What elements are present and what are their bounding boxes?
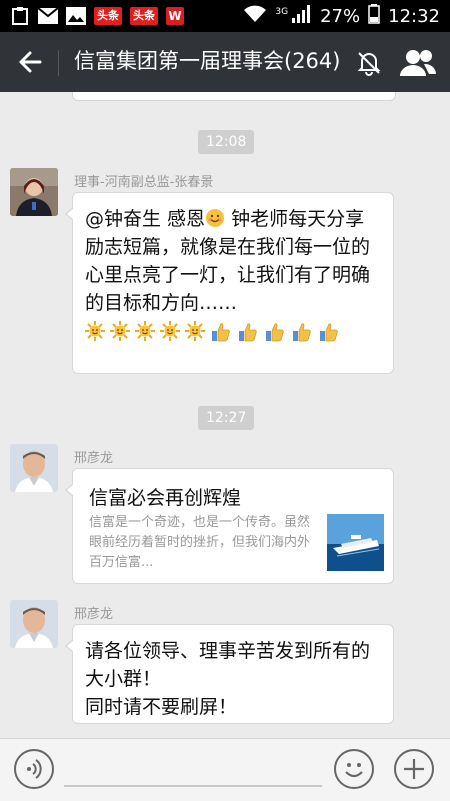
link-description: 信富是一个奇迹，也是一个传奇。虽然眼前经历着暂时的挫折，但我们海内外百万信富..…	[89, 515, 311, 570]
group-info-button[interactable]	[398, 46, 438, 80]
user-photo-icon	[10, 600, 58, 648]
user-photo-icon	[10, 444, 58, 492]
mute-icon	[356, 50, 382, 76]
voice-icon	[27, 759, 42, 779]
image-icon	[66, 6, 86, 26]
back-arrow-icon	[19, 51, 42, 73]
sender-name: 邢彦龙	[74, 607, 114, 622]
time-divider: 12:27	[198, 406, 255, 430]
message-input[interactable]	[64, 785, 322, 787]
cruise-ship-image-icon	[327, 514, 384, 571]
message-text: 请各位领导、理事辛苦发到所有的大小群！ 同时请不要刷屏！	[85, 640, 371, 718]
clipboard-icon	[10, 6, 30, 26]
sun-emoji-icon	[185, 320, 205, 341]
thumbs-up-emoji-icon	[293, 322, 311, 341]
message-text-start: @钟奋生 感恩	[85, 208, 206, 230]
thumbs-up-emoji-icon	[239, 322, 257, 341]
time-divider: 12:08	[198, 130, 255, 154]
clock: 12:32	[388, 6, 440, 27]
sun-emoji-icon	[85, 320, 105, 341]
user-photo-icon	[10, 168, 58, 216]
link-card[interactable]: 信富必会再创辉煌 信富是一个奇迹，也是一个传奇。虽然眼前经历着暂时的挫折，但我们…	[65, 468, 394, 584]
avatar[interactable]	[10, 444, 58, 492]
chat-header: 信富集团第一届理事会(264)	[0, 32, 450, 92]
wifi-icon	[243, 5, 267, 28]
avatar[interactable]	[10, 168, 58, 216]
thumbs-up-emoji-icon	[212, 322, 230, 341]
group-members-icon	[400, 50, 437, 76]
signal-icon	[292, 5, 312, 28]
message-bubble[interactable]: 请各位领导、理事辛苦发到所有的大小群！ 同时请不要刷屏！	[65, 624, 394, 724]
thumbs-up-emoji-icon	[320, 322, 338, 341]
previous-message-bubble[interactable]	[72, 92, 396, 101]
link-title: 信富必会再创辉煌	[89, 487, 242, 509]
voice-button[interactable]	[14, 749, 54, 789]
link-thumbnail	[327, 514, 384, 571]
input-bar	[0, 738, 450, 801]
network-type: 3G	[275, 6, 289, 17]
sun-emoji-icon	[110, 320, 130, 341]
news-app-icon: 头条	[94, 7, 122, 25]
status-bar: 头条 头条 W 3G 27% 12:32	[0, 0, 450, 32]
thumbs-up-emoji-icon	[266, 322, 284, 341]
wps-app-icon: W	[166, 7, 184, 25]
mail-icon	[38, 6, 58, 26]
emoji-button[interactable]	[334, 749, 374, 789]
emoji-row	[85, 320, 340, 343]
chat-title: 信富集团第一届理事会(264)	[74, 49, 341, 73]
message-bubble[interactable]: @钟奋生 感恩 钟老师每天分享励志短篇，就像是在我们每一位的心里点亮了一灯，让我…	[65, 192, 394, 374]
news-app-icon-2: 头条	[130, 7, 158, 25]
plus-icon	[404, 759, 424, 779]
sun-emoji-icon	[135, 320, 155, 341]
sender-name: 理事-河南副总监-张春景	[74, 175, 214, 190]
sender-name: 邢彦龙	[74, 451, 114, 466]
back-button[interactable]	[10, 45, 46, 79]
smiley-icon	[345, 763, 363, 778]
header-divider	[58, 50, 59, 76]
battery-percent: 27%	[320, 6, 361, 27]
more-button[interactable]	[394, 749, 434, 789]
avatar[interactable]	[10, 600, 58, 648]
sun-emoji-icon	[160, 320, 180, 341]
message-text: @钟奋生 感恩 钟老师每天分享励志短篇，就像是在我们每一位的心里点亮了一灯，让我…	[73, 193, 393, 355]
battery-icon	[368, 4, 380, 29]
smile-emoji-icon	[205, 208, 225, 230]
